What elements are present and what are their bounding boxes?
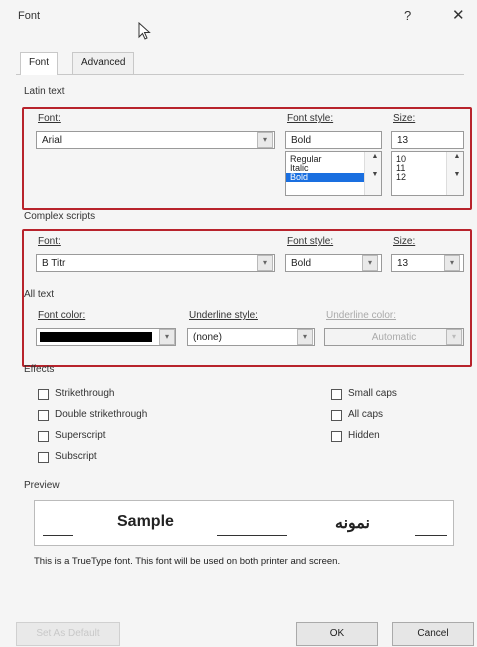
font-color-swatch xyxy=(40,332,152,342)
tab-font[interactable]: Font xyxy=(20,52,59,75)
dialog-title: Font xyxy=(18,10,41,22)
underline-color-value: Automatic xyxy=(371,332,417,343)
underline-style-dropdown-icon[interactable]: ▾ xyxy=(297,329,313,345)
latin-size-list[interactable]: 10 11 12 ▲ ▼ xyxy=(391,151,464,196)
preview-box: Sample نمونه xyxy=(34,500,454,546)
complex-font-dropdown-icon[interactable]: ▾ xyxy=(257,255,273,271)
complex-font-combobox[interactable]: B Titr xyxy=(36,254,275,272)
latin-font-label: Font: xyxy=(38,113,61,124)
latin-style-list[interactable]: Regular Italic Bold ▲ ▼ xyxy=(285,151,382,196)
all-caps-checkbox[interactable] xyxy=(331,410,342,421)
strikethrough-checkbox[interactable] xyxy=(38,389,49,400)
preview-sample-text: Sample xyxy=(117,513,174,530)
latin-style-label: Font style: xyxy=(287,113,334,124)
complex-size-label: Size: xyxy=(393,236,416,247)
complex-scripts-heading: Complex scripts xyxy=(24,211,96,222)
tab-bar: Font Advanced xyxy=(16,52,464,75)
strikethrough-label: Strikethrough xyxy=(55,388,115,399)
latin-style-scrollbar[interactable]: ▲ ▼ xyxy=(364,152,381,195)
complex-size-dropdown-icon[interactable]: ▾ xyxy=(444,255,460,271)
superscript-label: Superscript xyxy=(55,430,106,441)
underline-color-picker: Automatic xyxy=(324,328,464,346)
underline-color-dropdown-icon: ▾ xyxy=(446,329,462,345)
preview-underline-left xyxy=(43,535,73,536)
superscript-checkbox[interactable] xyxy=(38,431,49,442)
latin-size-value: 13 xyxy=(397,135,409,146)
complex-font-value: B Titr xyxy=(42,258,66,269)
hidden-label: Hidden xyxy=(348,430,380,441)
latin-size-scrollbar[interactable]: ▲ ▼ xyxy=(446,152,463,195)
complex-style-label: Font style: xyxy=(287,236,334,247)
underline-color-label: Underline color: xyxy=(326,310,397,321)
latin-text-heading: Latin text xyxy=(24,86,65,97)
preview-description: This is a TrueType font. This font will … xyxy=(34,556,341,567)
all-caps-label: All caps xyxy=(348,409,384,420)
help-button[interactable]: ? xyxy=(404,8,411,23)
small-caps-checkbox[interactable] xyxy=(331,389,342,400)
latin-font-dropdown-icon[interactable]: ▾ xyxy=(257,132,273,148)
preview-sample-arabic: نمونه xyxy=(335,515,370,532)
font-color-picker[interactable] xyxy=(36,328,176,346)
ok-button[interactable]: OK xyxy=(296,622,378,646)
latin-font-value: Arial xyxy=(42,135,63,146)
small-caps-label: Small caps xyxy=(348,388,397,399)
double-strikethrough-label: Double strikethrough xyxy=(55,409,148,420)
preview-heading: Preview xyxy=(24,480,60,491)
latin-size-input[interactable]: 13 xyxy=(391,131,464,149)
close-icon[interactable]: ✕ xyxy=(452,6,465,24)
complex-style-dropdown-icon[interactable]: ▾ xyxy=(362,255,378,271)
latin-style-input[interactable]: Bold xyxy=(285,131,382,149)
underline-style-combobox[interactable]: (none) xyxy=(187,328,315,346)
cancel-button[interactable]: Cancel xyxy=(392,622,474,646)
complex-style-value: Bold xyxy=(291,258,312,269)
subscript-label: Subscript xyxy=(55,451,97,462)
complex-font-label: Font: xyxy=(38,236,61,247)
font-dialog: Font ? ✕ Font Advanced Latin text Font: … xyxy=(0,0,477,647)
double-strikethrough-checkbox[interactable] xyxy=(38,410,49,421)
latin-style-value: Bold xyxy=(291,135,312,146)
mouse-pointer-icon xyxy=(138,22,151,40)
hidden-checkbox[interactable] xyxy=(331,431,342,442)
all-text-heading: All text xyxy=(24,289,55,300)
font-color-dropdown-icon[interactable]: ▾ xyxy=(159,329,175,345)
set-as-default-button[interactable]: Set As Default xyxy=(16,622,120,646)
latin-size-label: Size: xyxy=(393,113,416,124)
subscript-checkbox[interactable] xyxy=(38,452,49,463)
preview-underline-middle xyxy=(217,535,287,536)
complex-size-value: 13 xyxy=(397,258,409,269)
font-color-label: Font color: xyxy=(38,310,86,321)
underline-style-label: Underline style: xyxy=(189,310,258,321)
effects-heading: Effects xyxy=(24,364,55,375)
tab-advanced[interactable]: Advanced xyxy=(72,52,135,74)
underline-style-value: (none) xyxy=(193,332,222,343)
latin-font-combobox[interactable]: Arial xyxy=(36,131,275,149)
preview-underline-right xyxy=(415,535,447,536)
